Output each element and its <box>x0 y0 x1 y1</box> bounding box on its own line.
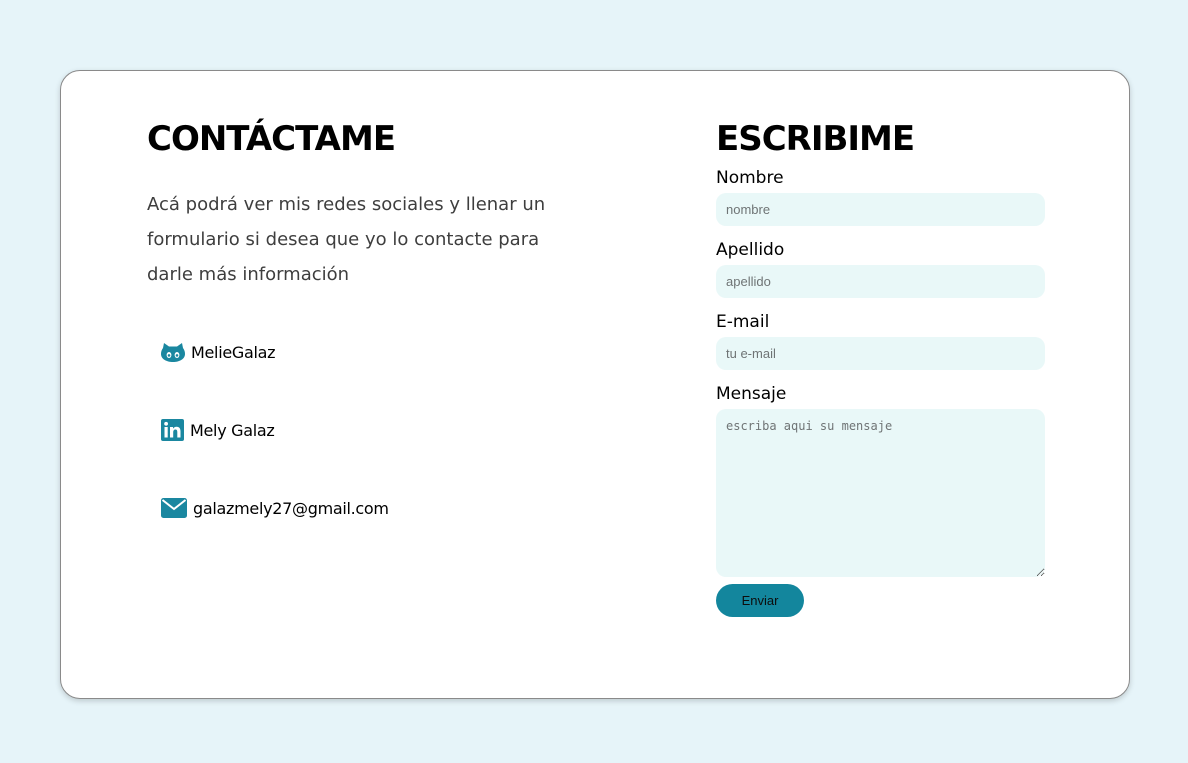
social-link-email[interactable]: galazmely27@gmail.com <box>161 493 389 523</box>
apellido-input[interactable] <box>716 265 1045 298</box>
form-title: ESCRIBIME <box>716 119 915 159</box>
github-username: MelieGalaz <box>191 342 276 362</box>
email-address: galazmely27@gmail.com <box>193 498 389 518</box>
mensaje-label: Mensaje <box>716 384 787 404</box>
github-icon <box>161 343 185 362</box>
mensaje-textarea[interactable] <box>716 409 1045 577</box>
email-input[interactable] <box>716 337 1045 370</box>
contact-card: CONTÁCTAME Acá podrá ver mis redes socia… <box>60 70 1130 699</box>
linkedin-name: Mely Galaz <box>190 420 275 440</box>
social-links: MelieGalaz Mely Galaz galazmely27@gmail.… <box>161 337 389 571</box>
contact-section: CONTÁCTAME Acá podrá ver mis redes socia… <box>147 115 597 292</box>
apellido-label: Apellido <box>716 240 785 260</box>
send-button[interactable]: Enviar <box>716 584 804 617</box>
email-label: E-mail <box>716 312 770 332</box>
envelope-icon <box>161 498 187 518</box>
nombre-label: Nombre <box>716 168 784 188</box>
contact-title: CONTÁCTAME <box>147 119 396 159</box>
linkedin-icon <box>161 419 184 441</box>
contact-form: ESCRIBIME Nombre Apellido E-mail Mensaje… <box>716 115 1046 617</box>
contact-description: Acá podrá ver mis redes sociales y llena… <box>147 194 546 285</box>
social-link-linkedin[interactable]: Mely Galaz <box>161 415 389 445</box>
nombre-input[interactable] <box>716 193 1045 226</box>
social-link-github[interactable]: MelieGalaz <box>161 337 389 367</box>
